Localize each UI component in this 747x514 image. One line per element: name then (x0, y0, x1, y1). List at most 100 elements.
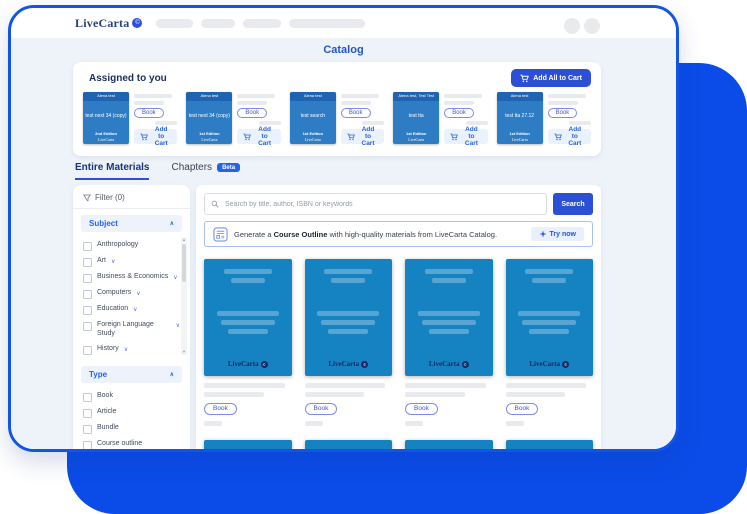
book-cover[interactable] (506, 440, 594, 452)
cover-brand: LiveCarta© (204, 360, 292, 368)
price-placeholder (362, 121, 384, 125)
search-icon (211, 200, 219, 208)
nav-placeholder[interactable] (201, 19, 235, 28)
author-placeholder (506, 392, 566, 397)
window-header: LiveCarta © (11, 8, 676, 38)
book-cover[interactable]: Alena test, Test Test test tta 1st Editi… (393, 92, 439, 144)
subject-option[interactable]: Computers ∨ (83, 286, 180, 302)
cover-text-placeholder (525, 269, 573, 274)
add-to-cart-button[interactable]: Add to Cart (548, 129, 591, 144)
type-badge: Book (204, 403, 237, 415)
subject-option[interactable]: Education ∨ (83, 302, 180, 318)
assigned-book-card[interactable]: Alena test test next 34 (copy) 2nd Editi… (83, 92, 177, 144)
book-cover[interactable] (204, 440, 292, 452)
scroll-up-icon[interactable]: ▲ (182, 237, 186, 243)
type-option[interactable]: Course outline (83, 437, 180, 452)
logo-text: LiveCarta (75, 16, 129, 31)
checkbox[interactable] (83, 322, 92, 331)
filter-funnel-icon (83, 194, 91, 202)
chevron-down-icon[interactable]: ∨ (136, 290, 140, 297)
text-placeholder (548, 94, 586, 98)
filter-header[interactable]: Filter (0) (73, 185, 190, 209)
search-button[interactable]: Search (553, 193, 593, 215)
book-cover[interactable] (405, 440, 493, 452)
content-area: Catalog Assigned to you Add All to Cart … (11, 38, 676, 449)
checkbox[interactable] (83, 274, 92, 283)
add-all-to-cart-button[interactable]: Add All to Cart (511, 69, 591, 87)
checkbox[interactable] (83, 242, 92, 251)
nav-placeholder[interactable] (289, 19, 365, 28)
checkbox[interactable] (83, 290, 92, 299)
chevron-up-icon[interactable]: ∧ (170, 371, 174, 378)
search-input[interactable] (223, 200, 540, 209)
checkbox-label: Course outline (97, 440, 142, 449)
try-now-button[interactable]: Try now (531, 227, 584, 241)
book-title: test search (290, 101, 336, 131)
filter-sidebar: Filter (0) Subject ∧ Anthropology Art (73, 185, 190, 452)
subject-list-scrollbar[interactable]: ▲ ▼ (181, 237, 187, 355)
assigned-book-card[interactable]: Alena test test tta 27.12 1st Edition Li… (497, 92, 591, 144)
add-to-cart-button[interactable]: Add to Cart (134, 129, 177, 144)
search-field-wrapper (204, 193, 547, 215)
chevron-down-icon[interactable]: ∨ (124, 346, 128, 353)
checkbox[interactable] (83, 409, 92, 418)
chevron-up-icon[interactable]: ∧ (170, 220, 174, 227)
book-title: test next 34 (copy) (83, 101, 129, 131)
book-cover[interactable]: LiveCarta© (204, 259, 292, 376)
filter-section-subject[interactable]: Subject ∧ (81, 215, 182, 232)
subject-option[interactable]: Art ∨ (83, 254, 180, 270)
type-badge: Book (341, 108, 371, 118)
scroll-down-icon[interactable]: ▼ (182, 349, 186, 355)
tab-entire-materials[interactable]: Entire Materials (75, 162, 149, 180)
book-cover[interactable]: LiveCarta© (506, 259, 594, 376)
header-circle (584, 18, 600, 34)
add-to-cart-button[interactable]: Add to Cart (341, 129, 384, 144)
subject-option[interactable]: Foreign Language Study ∨ (83, 318, 180, 342)
assigned-book-card[interactable]: Alena test test search 1st Edition LiveC… (290, 92, 384, 144)
checkbox[interactable] (83, 306, 92, 315)
subject-option[interactable]: History ∨ (83, 342, 180, 358)
type-badge: Book (305, 403, 338, 415)
checkbox[interactable] (83, 425, 92, 434)
book-cover[interactable] (305, 440, 393, 452)
checkbox[interactable] (83, 346, 92, 355)
logo-badge-icon: © (132, 18, 142, 28)
add-to-cart-label: Add to Cart (358, 126, 378, 147)
nav-placeholder[interactable] (243, 19, 281, 28)
cover-brand: LiveCarta (83, 137, 129, 144)
cover-text-placeholder (525, 450, 573, 452)
tab-chapters[interactable]: Chapters Beta (171, 162, 240, 180)
assigned-book-card[interactable]: Alena test, Test Test test tta 1st Editi… (393, 92, 487, 144)
checkbox[interactable] (83, 393, 92, 402)
add-to-cart-button[interactable]: Add to Cart (444, 129, 487, 144)
livecarta-logo[interactable]: LiveCarta © (75, 16, 142, 31)
subject-option[interactable]: Business & Economics ∨ (83, 270, 180, 286)
type-option[interactable]: Book (83, 389, 180, 405)
checkbox[interactable] (83, 258, 92, 267)
book-cover[interactable]: Alena test test next 34 (copy) 2nd Editi… (83, 92, 129, 144)
cart-icon (520, 74, 529, 83)
book-cover[interactable]: Alena test test next 34 (copy) 1st Editi… (186, 92, 232, 144)
type-option[interactable]: Article (83, 405, 180, 421)
scrollbar-thumb[interactable] (182, 244, 186, 282)
chevron-down-icon[interactable]: ∨ (176, 322, 180, 329)
subject-option[interactable]: Language Arts & Disciplines ∨ (83, 358, 180, 361)
type-badge: Book (548, 108, 578, 118)
page-title: Catalog (11, 38, 676, 56)
book-cover[interactable]: Alena test test search 1st Edition LiveC… (290, 92, 336, 144)
chevron-down-icon[interactable]: ∨ (111, 258, 115, 265)
filter-section-type[interactable]: Type ∧ (81, 366, 182, 383)
checkbox[interactable] (83, 441, 92, 450)
add-to-cart-button[interactable]: Add to Cart (237, 129, 280, 144)
nav-placeholder[interactable] (156, 19, 193, 28)
cover-text-placeholder (217, 311, 279, 316)
subject-option[interactable]: Anthropology (83, 238, 180, 254)
book-cover[interactable]: LiveCarta© (305, 259, 393, 376)
chevron-down-icon[interactable]: ∨ (133, 306, 137, 313)
chevron-down-icon[interactable]: ∨ (173, 274, 177, 281)
type-option[interactable]: Bundle (83, 421, 180, 437)
book-cover[interactable]: Alena test test tta 27.12 1st Edition Li… (497, 92, 543, 144)
book-author: Alena test, Test Test (393, 92, 439, 101)
book-cover[interactable]: LiveCarta© (405, 259, 493, 376)
assigned-book-card[interactable]: Alena test test next 34 (copy) 1st Editi… (186, 92, 280, 144)
